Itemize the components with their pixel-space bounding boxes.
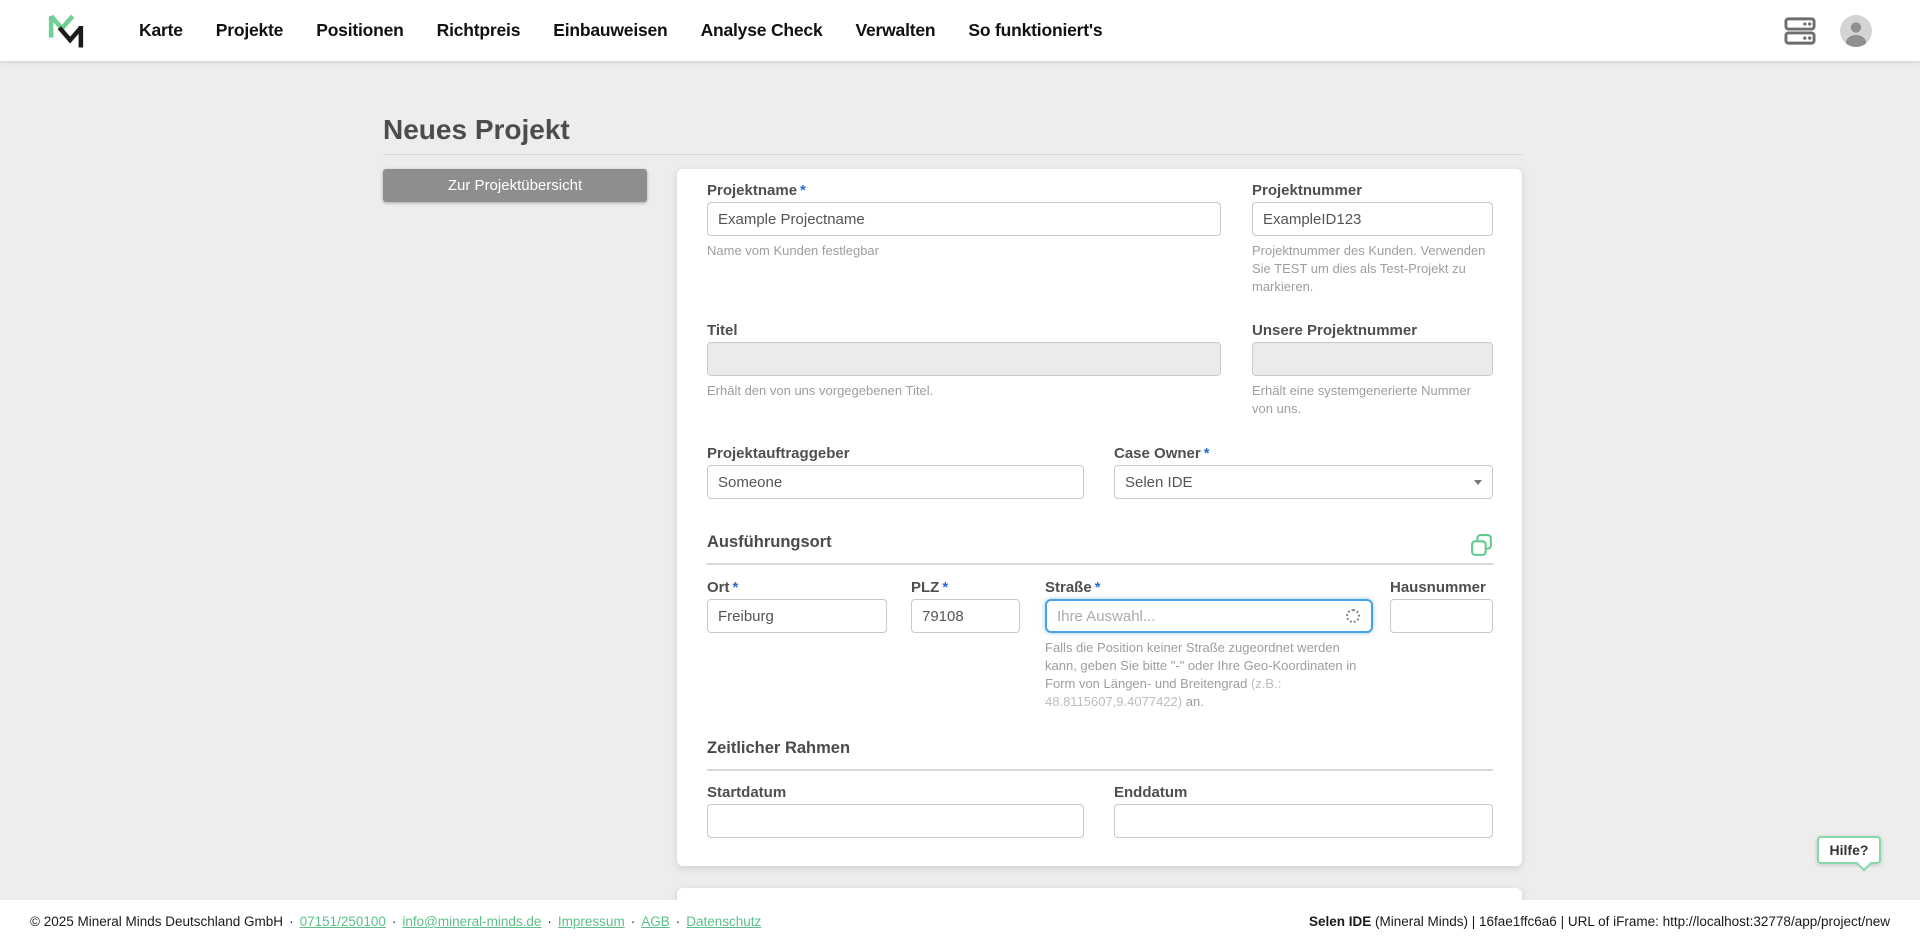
field-projektauftraggeber: Projektauftraggeber [707, 444, 1084, 499]
projektnummer-label: Projektnummer [1252, 181, 1493, 200]
section-title-zeitlicher-rahmen: Zeitlicher Rahmen [707, 739, 850, 758]
top-navigation: Karte Projekte Positionen Richtpreis Ein… [0, 0, 1920, 61]
new-project-form-card: Projektname* Name vom Kunden festlegbar … [677, 169, 1522, 866]
enddatum-label: Enddatum [1114, 783, 1493, 802]
strasse-label: Straße* [1045, 578, 1373, 597]
section-divider [707, 769, 1493, 771]
nav-item-verwalten[interactable]: Verwalten [855, 20, 935, 41]
field-case-owner: Case Owner* Selen IDE [1114, 444, 1493, 499]
footer-session-info: Selen IDE (Mineral Minds) | 16fae1ffc6a6… [1309, 914, 1890, 929]
strasse-input[interactable] [1045, 599, 1373, 633]
field-startdatum: Startdatum [707, 783, 1084, 838]
startdatum-input[interactable] [707, 804, 1084, 838]
footer-link-email[interactable]: info@mineral-minds.de [402, 914, 541, 929]
required-asterisk: * [733, 579, 739, 596]
nav-item-positionen[interactable]: Positionen [316, 20, 403, 41]
footer-link-datenschutz[interactable]: Datenschutz [686, 914, 761, 929]
field-plz: PLZ* [911, 578, 1020, 633]
titel-hint: Erhält den von uns vorgegebenen Titel. [707, 382, 1221, 400]
projektnummer-input[interactable] [1252, 202, 1493, 236]
footer-user-name: Selen IDE [1309, 914, 1371, 929]
app-root: { "nav": { "items": ["Karte", "Projekte"… [0, 0, 1920, 943]
footer-session-details: (Mineral Minds) | 16fae1ffc6a6 | URL of … [1371, 914, 1890, 929]
case-owner-label: Case Owner* [1114, 444, 1493, 463]
footer-separator: · [547, 914, 552, 929]
projektname-hint: Name vom Kunden festlegbar [707, 242, 1221, 260]
section-title-ausfuehrungsort: Ausführungsort [707, 533, 832, 552]
next-form-card-partial [677, 888, 1522, 900]
field-ort: Ort* [707, 578, 887, 633]
back-to-project-overview-button[interactable]: Zur Projektübersicht [383, 169, 647, 202]
nav-item-projekte[interactable]: Projekte [216, 20, 283, 41]
field-projektnummer: Projektnummer Projektnummer des Kunden. … [1252, 181, 1493, 296]
help-button[interactable]: Hilfe? [1817, 836, 1881, 864]
main-content: Neues Projekt Zur Projektübersicht Proje… [0, 61, 1920, 900]
footer-link-phone[interactable]: 07151/250100 [300, 914, 386, 929]
required-asterisk: * [942, 579, 948, 596]
nav-item-richtpreis[interactable]: Richtpreis [437, 20, 521, 41]
nav-item-karte[interactable]: Karte [139, 20, 183, 41]
chevron-down-icon [1474, 480, 1482, 485]
titel-label: Titel [707, 321, 1221, 340]
footer-separator: · [631, 914, 636, 929]
titel-input [707, 342, 1221, 376]
nav-item-einbauweisen[interactable]: Einbauweisen [553, 20, 667, 41]
projektauftraggeber-label: Projektauftraggeber [707, 444, 1084, 463]
strasse-hint: Falls die Position keiner Straße zugeord… [1045, 639, 1373, 711]
field-projektname: Projektname* Name vom Kunden festlegbar [707, 181, 1221, 260]
hausnummer-input[interactable] [1390, 599, 1493, 633]
startdatum-label: Startdatum [707, 783, 1084, 802]
plz-label: PLZ* [911, 578, 1020, 597]
hausnummer-label: Hausnummer [1390, 578, 1493, 597]
plz-input[interactable] [911, 599, 1020, 633]
ort-label: Ort* [707, 578, 887, 597]
nav-item-so-funktionierts[interactable]: So funktioniert's [968, 20, 1102, 41]
brand-logo[interactable] [47, 8, 85, 54]
unsere-projektnummer-input [1252, 342, 1493, 376]
footer-link-agb[interactable]: AGB [641, 914, 670, 929]
case-owner-selected-value: Selen IDE [1125, 474, 1193, 491]
projektname-label: Projektname* [707, 181, 1221, 200]
page-title: Neues Projekt [383, 114, 570, 146]
field-hausnummer: Hausnummer [1390, 578, 1493, 633]
help-label: Hilfe? [1830, 842, 1869, 858]
copy-icon[interactable] [1469, 533, 1494, 558]
server-rack-icon[interactable] [1784, 17, 1816, 45]
field-titel: Titel Erhält den von uns vorgegebenen Ti… [707, 321, 1221, 400]
field-enddatum: Enddatum [1114, 783, 1493, 838]
mineral-minds-logo-icon [47, 8, 85, 54]
footer-separator: · [676, 914, 681, 929]
section-divider [707, 563, 1493, 565]
loading-spinner-icon [1346, 609, 1360, 623]
footer-link-impressum[interactable]: Impressum [558, 914, 625, 929]
projektname-input[interactable] [707, 202, 1221, 236]
footer: © 2025 Mineral Minds Deutschland GmbH · … [0, 900, 1920, 943]
required-asterisk: * [1095, 579, 1101, 596]
user-avatar[interactable] [1840, 15, 1872, 47]
nav-item-analyse-check[interactable]: Analyse Check [701, 20, 823, 41]
footer-separator: · [392, 914, 397, 929]
unsere-projektnummer-hint: Erhält eine systemgenerierte Nummer von … [1252, 382, 1493, 418]
required-asterisk: * [800, 182, 806, 199]
nav-right-icons [1784, 15, 1872, 47]
unsere-projektnummer-label: Unsere Projektnummer [1252, 321, 1493, 340]
ort-input[interactable] [707, 599, 887, 633]
projektauftraggeber-input[interactable] [707, 465, 1084, 499]
required-asterisk: * [1204, 445, 1210, 462]
enddatum-input[interactable] [1114, 804, 1493, 838]
footer-copyright: © 2025 Mineral Minds Deutschland GmbH [30, 914, 283, 929]
projektnummer-hint: Projektnummer des Kunden. Verwenden Sie … [1252, 242, 1493, 296]
footer-separator: · [289, 914, 294, 929]
case-owner-select[interactable]: Selen IDE [1114, 465, 1493, 499]
field-strasse: Straße* Falls die Position keiner Straße… [1045, 578, 1373, 711]
nav-links: Karte Projekte Positionen Richtpreis Ein… [139, 20, 1102, 41]
field-unsere-projektnummer: Unsere Projektnummer Erhält eine systemg… [1252, 321, 1493, 418]
title-divider [383, 154, 1522, 155]
